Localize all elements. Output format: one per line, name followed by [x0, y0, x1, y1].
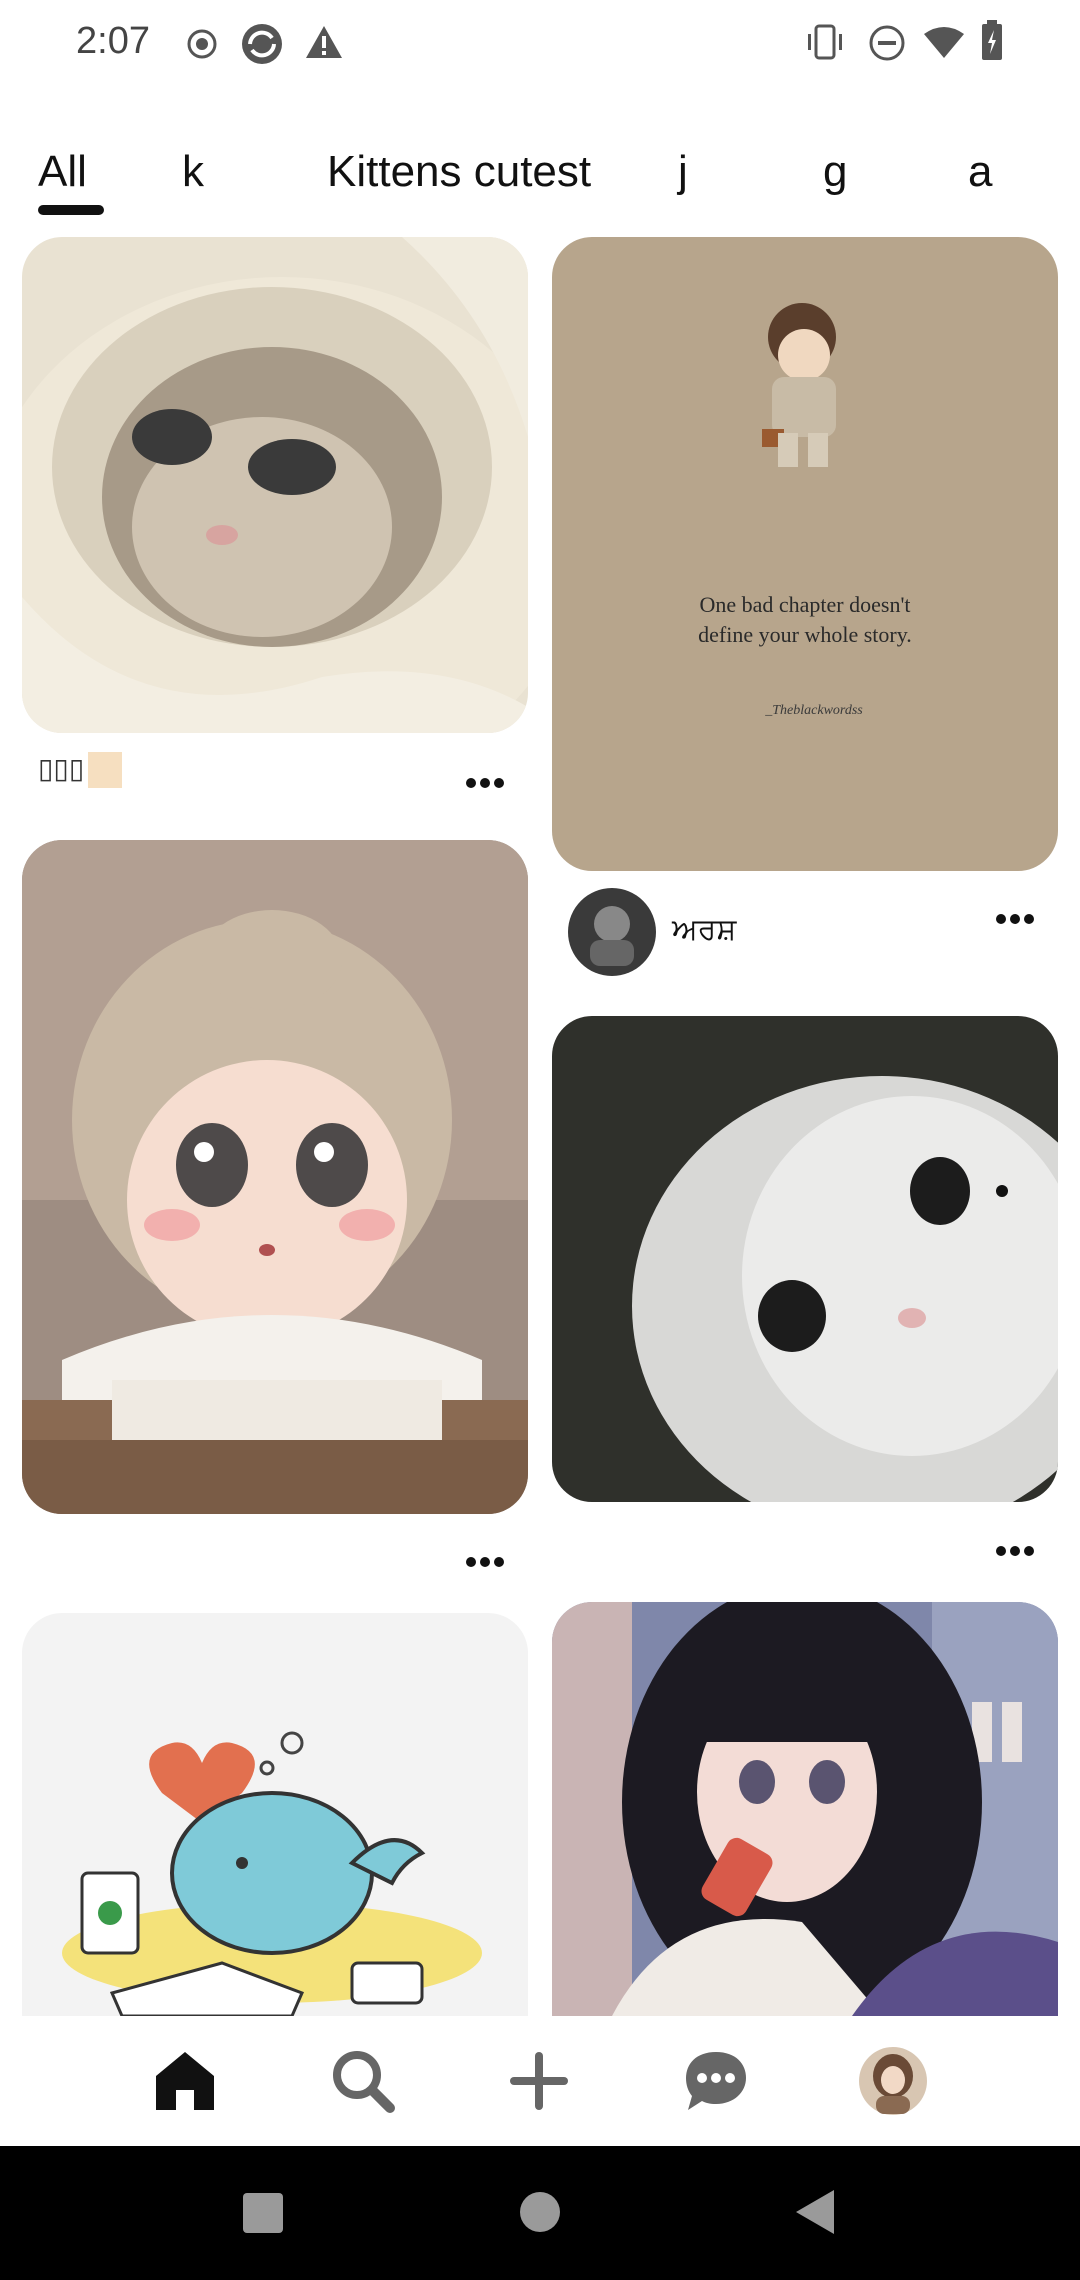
author-avatar[interactable]	[568, 888, 656, 976]
author-name[interactable]: ਅਰਸ਼	[672, 912, 736, 947]
warning-icon	[306, 26, 342, 58]
do-not-disturb-icon	[869, 25, 905, 61]
home-icon[interactable]	[152, 2048, 218, 2114]
pin-kitten-blanket[interactable]	[22, 237, 528, 733]
tab-g[interactable]: g	[823, 147, 847, 197]
pin-caption: ▯▯▯	[38, 753, 85, 784]
plus-icon[interactable]	[506, 2048, 572, 2114]
more-options-button[interactable]	[996, 1532, 1038, 1556]
white-cat-image	[552, 1016, 1058, 1502]
record-icon	[187, 29, 217, 59]
tab-all[interactable]: All	[38, 147, 87, 197]
recents-button[interactable]	[242, 2192, 284, 2234]
quote-line-2: define your whole story.	[698, 622, 912, 647]
more-options-button[interactable]	[466, 1543, 508, 1567]
pin-chibi-girl[interactable]	[22, 840, 528, 1514]
search-icon[interactable]	[330, 2048, 396, 2114]
quote-signature: _Theblackwordss	[764, 703, 863, 718]
status-bar: 2:07	[0, 0, 1080, 90]
pin-quote-card[interactable]: One bad chapter doesn't define your whol…	[552, 237, 1058, 871]
pin-white-cat[interactable]	[552, 1016, 1058, 1502]
tab-j[interactable]: j	[678, 147, 688, 197]
more-options-button[interactable]	[466, 764, 508, 788]
vibrate-icon	[808, 24, 842, 60]
home-button[interactable]	[518, 2190, 562, 2234]
status-time: 2:07	[76, 20, 150, 62]
chibi-girl-image	[22, 840, 528, 1514]
wifi-icon	[924, 27, 964, 58]
tab-k[interactable]: k	[182, 147, 204, 197]
caption-emoji-swatch	[88, 752, 122, 788]
battery-icon	[982, 20, 1002, 60]
back-button[interactable]	[794, 2188, 836, 2236]
board-tabs: All k Kittens cutest j g a	[0, 135, 1080, 225]
pin-anime-girl[interactable]	[552, 1602, 1058, 2016]
whale-illustration-image	[22, 1613, 528, 2016]
anime-girl-image	[552, 1602, 1058, 2016]
pin-whale-illustration[interactable]	[22, 1613, 528, 2016]
tab-selected-indicator	[38, 205, 104, 215]
quote-line-1: One bad chapter doesn't	[699, 592, 910, 617]
more-options-button[interactable]	[996, 900, 1038, 924]
kitten-blanket-image	[22, 237, 528, 733]
tab-a[interactable]: a	[968, 147, 992, 197]
system-navigation-bar	[0, 2146, 1080, 2280]
tab-kittens-cutest[interactable]: Kittens cutest	[327, 147, 591, 197]
chat-icon[interactable]	[682, 2048, 750, 2114]
sync-icon	[242, 24, 282, 64]
bottom-navigation	[0, 2016, 1080, 2146]
quote-card-image: One bad chapter doesn't define your whol…	[552, 237, 1058, 871]
profile-avatar[interactable]	[858, 2046, 928, 2116]
